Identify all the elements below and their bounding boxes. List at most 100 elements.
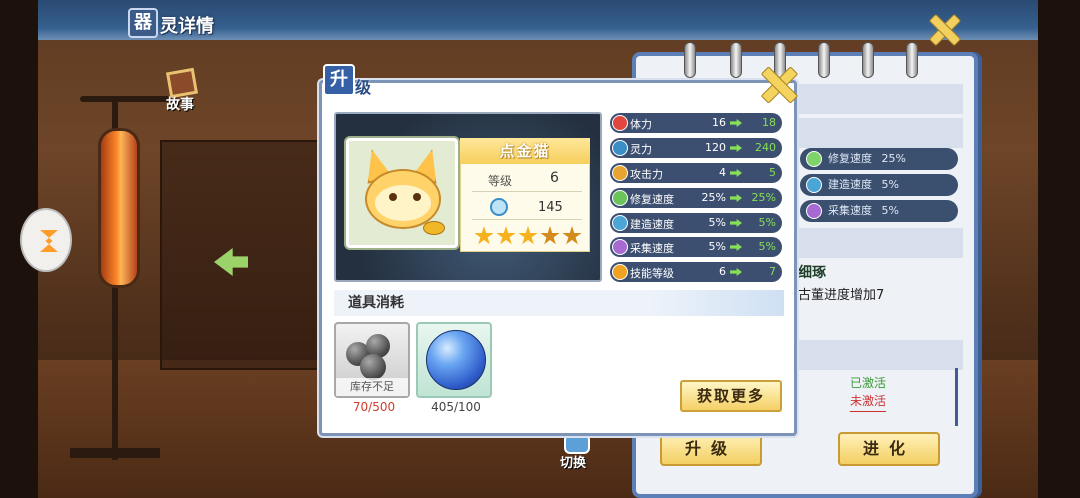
- consume-header: 道具消耗: [334, 290, 784, 316]
- switch-label: 切换: [560, 456, 587, 471]
- notebook-strip: [795, 340, 963, 370]
- notebook-stat-value: 5%: [881, 204, 899, 217]
- get-more-button[interactable]: 获取更多: [680, 380, 782, 412]
- lantern-arm: [80, 96, 170, 102]
- stat-name: 建造速度: [630, 218, 674, 231]
- gather-icon: [806, 203, 822, 219]
- stat-row: 攻击力 4 5: [610, 163, 782, 183]
- notebook-strip: [795, 84, 963, 114]
- notebook-ring: [862, 42, 874, 78]
- folding-screen: [160, 140, 330, 370]
- stat-from: 16: [712, 116, 726, 129]
- stat-name: 技能等级: [630, 267, 674, 280]
- arrow-right-icon: [730, 268, 742, 276]
- stat-icon: [612, 165, 628, 181]
- story-label: 故事: [166, 97, 194, 113]
- arrow-right-icon: [730, 243, 742, 251]
- side-menu-button[interactable]: [20, 208, 72, 272]
- stat-row: 技能等级 6 7: [610, 262, 782, 282]
- arrow-right-icon: [730, 169, 742, 177]
- switch-button[interactable]: 切换: [556, 434, 600, 474]
- build-icon: [806, 177, 822, 193]
- stat-name: 修复速度: [630, 193, 674, 206]
- switch-icon: [564, 434, 590, 454]
- star-rating: [470, 226, 584, 248]
- character-portrait: [346, 138, 458, 248]
- notebook-ring: [730, 42, 742, 78]
- stat-to: 5%: [758, 240, 776, 253]
- status-inactive: 未激活: [850, 392, 887, 412]
- stat-icon: [612, 239, 628, 255]
- spirit-drop-icon: [490, 198, 508, 216]
- notebook-ring: [684, 42, 696, 78]
- notebook-stat: 采集速度 5%: [800, 200, 958, 222]
- notebook-stat-value: 5%: [881, 178, 899, 191]
- dialog-badge: 升: [323, 64, 355, 96]
- stat-name: 攻击力: [630, 168, 663, 181]
- stat-row: 灵力 120 240: [610, 138, 782, 158]
- close-dialog-icon[interactable]: [760, 66, 796, 102]
- stat-from: 6: [719, 265, 726, 278]
- spirit-value: 145: [538, 200, 563, 215]
- stat-row: 采集速度 5% 5%: [610, 237, 782, 257]
- stat-to: 18: [762, 116, 776, 129]
- stat-from: 5%: [708, 240, 726, 253]
- story-button[interactable]: 故事: [158, 67, 206, 116]
- dialog-title: 级: [355, 78, 372, 97]
- notebook-stat: 修复速度 25%: [800, 148, 958, 170]
- star-icon: [474, 226, 494, 245]
- stat-to: 5%: [758, 216, 776, 229]
- notebook-strip: [795, 228, 963, 258]
- repair-icon: [806, 151, 822, 167]
- stat-icon: [612, 215, 628, 231]
- stat-icon: [612, 190, 628, 206]
- page-title: 灵详情: [160, 16, 214, 37]
- skill-description: 古董进度增加7: [798, 288, 885, 303]
- stat-row: 修复速度 25% 25%: [610, 188, 782, 208]
- cat-eye: [413, 193, 421, 201]
- upgrade-button[interactable]: 升级: [660, 432, 762, 466]
- right-edge: [1038, 0, 1080, 498]
- stat-icon: [612, 264, 628, 280]
- arrow-right-icon: [730, 119, 742, 127]
- gold-coin: [423, 221, 445, 235]
- close-page-icon[interactable]: [928, 14, 958, 44]
- evolve-button[interactable]: 进化: [838, 432, 940, 466]
- item-slot-orb[interactable]: [416, 322, 492, 398]
- notebook-stat-name: 修复速度: [828, 152, 872, 165]
- spirit-row: [472, 194, 582, 220]
- notebook-ring: [818, 42, 830, 78]
- star-icon: [562, 226, 582, 245]
- stat-name: 采集速度: [630, 242, 674, 255]
- notebook-stat-name: 采集速度: [828, 204, 872, 217]
- level-value: 6: [550, 170, 559, 186]
- character-name: 点金猫: [460, 138, 590, 164]
- arrow-right-icon: [730, 144, 742, 152]
- stock-insufficient-label: 库存不足: [336, 378, 408, 396]
- header-icon: 器: [128, 8, 158, 38]
- stat-row: 建造速度 5% 5%: [610, 213, 782, 233]
- arrow-right-icon: [730, 219, 742, 227]
- cat-eye: [389, 193, 397, 201]
- stat-name: 灵力: [630, 143, 652, 156]
- stat-name: 体力: [630, 118, 652, 131]
- stat-to: 7: [769, 265, 776, 278]
- stat-from: 120: [705, 141, 726, 154]
- stat-from: 25%: [701, 191, 726, 204]
- arrow-right-icon: [730, 194, 742, 202]
- lantern-base: [70, 448, 160, 458]
- star-icon: [496, 226, 516, 245]
- notebook-stat-value: 25%: [881, 152, 906, 165]
- stone-icon: [360, 354, 386, 380]
- status-active: 已激活: [850, 376, 887, 390]
- stat-from: 4: [719, 166, 726, 179]
- skill-title: 细琢: [798, 265, 826, 281]
- notebook-stat-name: 建造速度: [828, 178, 872, 191]
- item-count: 405/100: [431, 400, 481, 414]
- stat-from: 5%: [708, 216, 726, 229]
- star-icon: [518, 226, 538, 245]
- lantern: [98, 128, 140, 288]
- stat-to: 25%: [751, 191, 776, 204]
- level-label: 等级: [488, 174, 513, 188]
- blue-orb-icon: [426, 330, 486, 390]
